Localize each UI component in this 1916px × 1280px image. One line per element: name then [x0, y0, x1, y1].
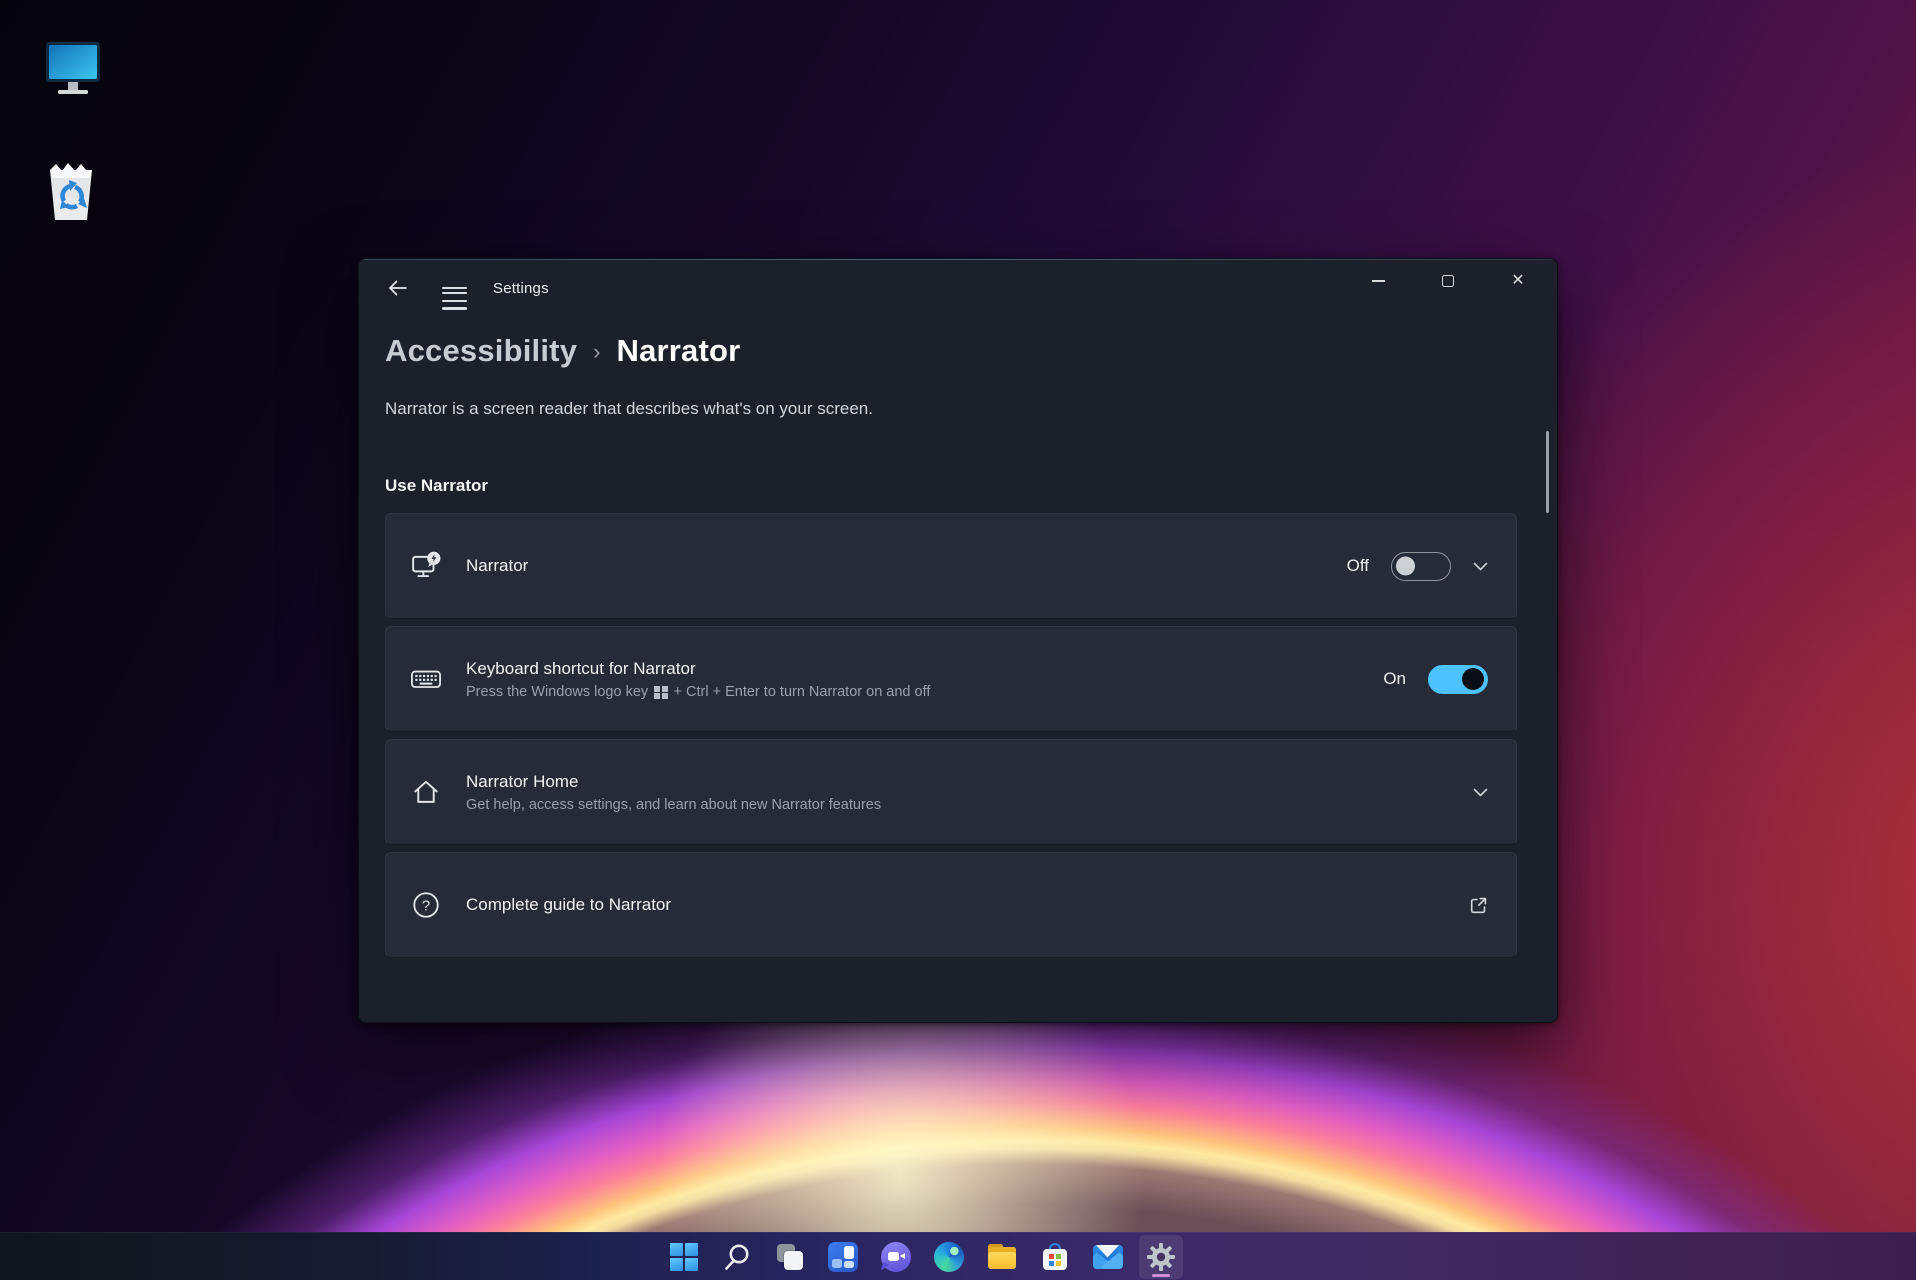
mail-icon [1093, 1245, 1123, 1269]
narrator-home-text: Narrator Home Get help, access settings,… [466, 772, 1473, 813]
narrator-card-text: Narrator [466, 556, 1347, 576]
microsoft-store-icon [1040, 1242, 1070, 1272]
minimize-button[interactable] [1343, 259, 1413, 303]
toggle-knob [1396, 557, 1415, 576]
settings-window: Settings ✕ Accessibility › Narrator Narr… [358, 258, 1558, 1023]
breadcrumb: Accessibility › Narrator [385, 333, 1517, 369]
this-pc-icon[interactable] [40, 40, 106, 100]
widgets-button[interactable] [821, 1235, 865, 1279]
narrator-card[interactable]: Narrator Off [385, 513, 1517, 619]
question-mark-icon: ? [386, 889, 466, 921]
section-title: Use Narrator [385, 476, 1517, 496]
keyboard-shortcut-toggle-label: On [1383, 669, 1406, 689]
file-explorer-button[interactable] [980, 1235, 1024, 1279]
keyboard-shortcut-controls: On [1383, 665, 1488, 694]
narrator-toggle-label: Off [1347, 556, 1369, 576]
window-title: Settings [493, 280, 549, 297]
back-button[interactable] [381, 271, 415, 305]
window-controls: ✕ [1343, 259, 1553, 305]
narrator-home-card[interactable]: Narrator Home Get help, access settings,… [385, 739, 1517, 845]
chat-icon [881, 1242, 911, 1272]
settings-content: Accessibility › Narrator Narrator is a s… [359, 333, 1557, 958]
page-description: Narrator is a screen reader that describ… [385, 399, 1517, 419]
home-icon [386, 777, 466, 807]
subtitle-prefix: Press the Windows logo key [466, 684, 648, 700]
breadcrumb-accessibility[interactable]: Accessibility [385, 333, 577, 369]
keyboard-shortcut-card[interactable]: Keyboard shortcut for Narrator Press the… [385, 626, 1517, 732]
titlebar: Settings ✕ [359, 259, 1557, 317]
narrator-title: Narrator [466, 556, 1347, 576]
settings-button[interactable] [1139, 1235, 1183, 1279]
recycle-bin-icon[interactable] [44, 158, 98, 224]
close-button[interactable]: ✕ [1483, 259, 1553, 303]
settings-gear-icon [1146, 1242, 1176, 1272]
monitor-icon [40, 40, 106, 100]
breadcrumb-separator-icon: › [593, 339, 600, 365]
breadcrumb-narrator: Narrator [616, 333, 740, 369]
narrator-home-subtitle: Get help, access settings, and learn abo… [466, 797, 1473, 813]
task-view-icon [775, 1242, 805, 1272]
taskbar [0, 1232, 1916, 1280]
narrator-home-title: Narrator Home [466, 772, 1473, 792]
start-button[interactable] [662, 1235, 706, 1279]
narrator-icon [386, 551, 466, 581]
microsoft-store-button[interactable] [1033, 1235, 1077, 1279]
subtitle-suffix: + Ctrl + Enter to turn Narrator on and o… [674, 684, 931, 700]
external-link-icon[interactable] [1469, 896, 1488, 915]
complete-guide-card[interactable]: ? Complete guide to Narrator [385, 852, 1517, 958]
keyboard-icon [386, 663, 466, 695]
windows-start-icon [670, 1243, 698, 1271]
toggle-knob [1462, 668, 1484, 690]
complete-guide-title: Complete guide to Narrator [466, 895, 1469, 915]
windows-logo-glyph [654, 686, 667, 699]
chevron-down-icon[interactable] [1473, 788, 1488, 797]
desktop: { "desktop": { "icons": [ { "name": "thi… [0, 0, 1916, 1280]
task-view-button[interactable] [768, 1235, 812, 1279]
complete-guide-controls [1469, 896, 1488, 915]
hamburger-menu-icon[interactable] [437, 271, 471, 305]
taskbar-items [662, 1235, 1183, 1279]
chat-button[interactable] [874, 1235, 918, 1279]
maximize-button[interactable] [1413, 259, 1483, 303]
mail-button[interactable] [1086, 1235, 1130, 1279]
chevron-down-icon[interactable] [1473, 562, 1488, 571]
search-icon [722, 1242, 752, 1272]
close-icon: ✕ [1511, 273, 1524, 289]
complete-guide-text: Complete guide to Narrator [466, 895, 1469, 915]
maximize-icon [1442, 275, 1454, 287]
minimize-icon [1372, 280, 1385, 282]
recycle-bin-glyph [44, 158, 98, 224]
window-scrollbar[interactable] [1546, 431, 1549, 513]
narrator-toggle[interactable] [1391, 552, 1451, 581]
edge-icon [934, 1242, 964, 1272]
svg-text:?: ? [422, 897, 430, 914]
file-explorer-icon [987, 1244, 1017, 1270]
widgets-icon [828, 1242, 858, 1272]
edge-browser-button[interactable] [927, 1235, 971, 1279]
keyboard-shortcut-text: Keyboard shortcut for Narrator Press the… [466, 659, 1383, 700]
keyboard-shortcut-subtitle: Press the Windows logo key + Ctrl + Ente… [466, 684, 1383, 700]
settings-cards: Narrator Off [385, 513, 1517, 958]
search-button[interactable] [715, 1235, 759, 1279]
narrator-home-controls [1473, 788, 1488, 797]
narrator-controls: Off [1347, 552, 1488, 581]
back-arrow-icon [387, 278, 409, 298]
keyboard-shortcut-toggle[interactable] [1428, 665, 1488, 694]
keyboard-shortcut-title: Keyboard shortcut for Narrator [466, 659, 1383, 679]
